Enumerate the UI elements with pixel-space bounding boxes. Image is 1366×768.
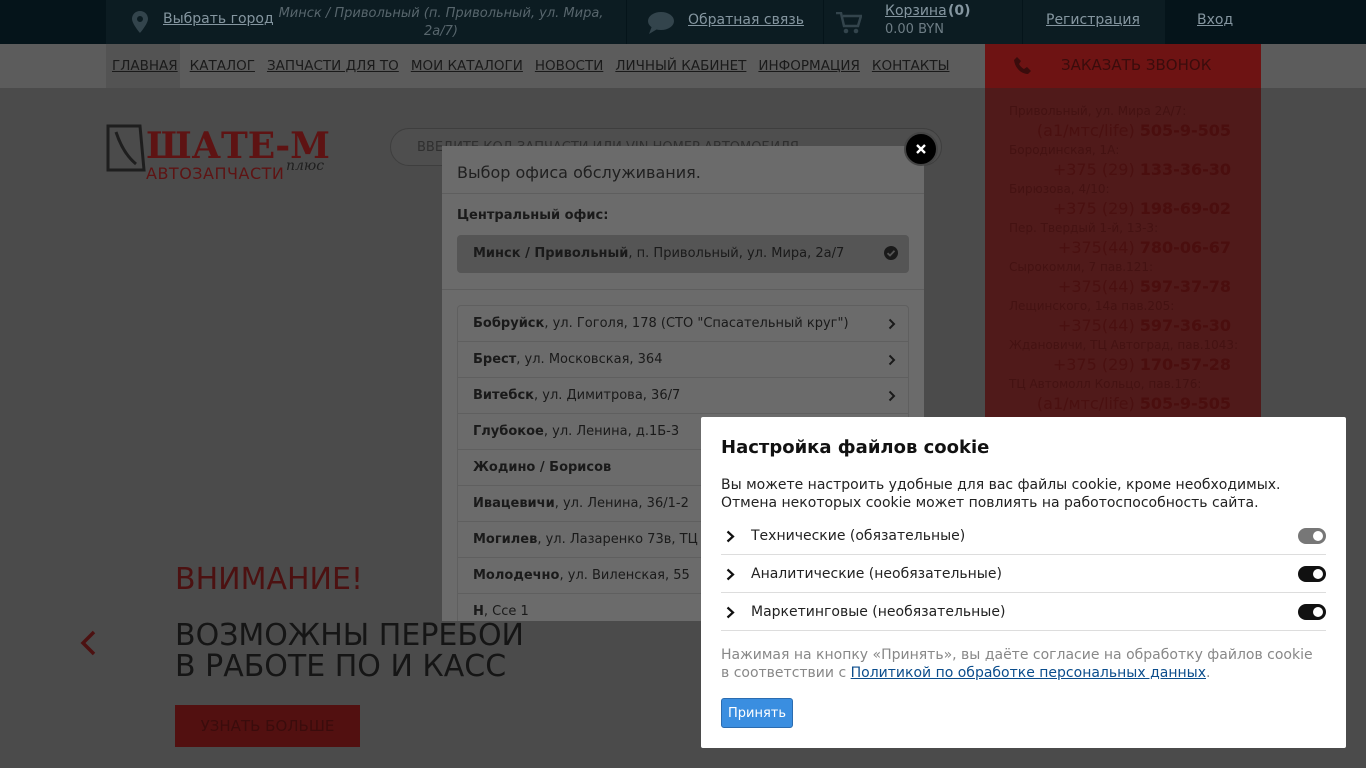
cookie-category-analytics[interactable]: Аналитические (необязательные) (721, 555, 1326, 593)
office-item[interactable]: Бобруйск, ул. Гоголя, 178 (СТО "Спасател… (458, 306, 908, 342)
cart-icon (836, 12, 862, 34)
nav-item-contacts[interactable]: КОНТАКТЫ (872, 58, 950, 74)
cookie-category-technical[interactable]: Технические (обязательные) (721, 517, 1326, 555)
banner-line-2: В РАБОТЕ ПО И КАСС (175, 649, 507, 684)
contacts-panel: Привольный, ул. Мира 2А/7: (a1/мтс/life)… (985, 88, 1261, 418)
office-divider (442, 289, 924, 290)
svg-text:плюс: плюс (286, 158, 324, 174)
logo-subtitle: АВТОЗАПЧАСТИ (146, 164, 285, 183)
login-block[interactable]: Вход (1166, 0, 1261, 44)
city-selector[interactable]: Выбрать город Минск / Привольный (п. При… (106, 0, 626, 44)
feedback-link[interactable]: Обратная связь (688, 12, 804, 28)
cookie-category-label: Аналитические (необязательные) (751, 566, 1002, 582)
map-pin-icon (132, 11, 148, 33)
nav-item-info[interactable]: ИНФОРМАЦИЯ (758, 58, 859, 74)
office-item[interactable]: Витебск, ул. Димитрова, 36/7 (458, 378, 908, 414)
close-icon (916, 144, 926, 154)
nav-item-my-catalogs[interactable]: МОИ КАТАЛОГИ (411, 58, 523, 74)
marketing-toggle[interactable] (1298, 604, 1326, 620)
cookie-title: Настройка файлов cookie (721, 437, 990, 458)
register-block[interactable]: Регистрация (1023, 0, 1165, 44)
cookie-category-label: Маркетинговые (необязательные) (751, 604, 1006, 620)
top-bar: Выбрать город Минск / Привольный (п. При… (0, 0, 1366, 44)
banner-line-1: ВОЗМОЖНЫ ПЕРЕБОИ (175, 618, 524, 653)
chevron-right-icon (888, 354, 896, 366)
nav-item-catalog[interactable]: КАТАЛОГ (190, 58, 255, 74)
cart-block[interactable]: Корзина (0) 0.00 BYN (824, 0, 1022, 44)
nav-item-home[interactable]: ГЛАВНАЯ (112, 58, 178, 74)
register-link[interactable]: Регистрация (1046, 12, 1140, 28)
office-modal-title: Выбор офиса обслуживания. (442, 146, 924, 194)
learn-more-button[interactable]: УЗНАТЬ БОЛЬШЕ (175, 705, 360, 747)
cart-count: (0) (948, 3, 971, 19)
central-office-option[interactable]: Минск / Привольный, п. Привольный, ул. М… (457, 235, 909, 273)
nav-item-maintenance-parts[interactable]: ЗАПЧАСТИ ДЛЯ ТО (267, 58, 399, 74)
banner-attention: ВНИМАНИЕ! (175, 562, 363, 597)
cart-total: 0.00 BYN (885, 22, 944, 37)
central-office-label: Центральный офис: (457, 208, 609, 223)
cart-link[interactable]: Корзина (885, 3, 947, 19)
phone-icon (1014, 57, 1031, 74)
check-circle-icon (884, 246, 898, 260)
chevron-right-icon (726, 568, 735, 581)
slider-prev-icon[interactable] (80, 630, 96, 656)
office-modal-close-button[interactable] (904, 132, 938, 166)
technical-toggle (1298, 528, 1326, 544)
accept-cookies-button[interactable]: Принять (721, 698, 793, 728)
choose-city-link[interactable]: Выбрать город (163, 11, 274, 27)
chat-icon (648, 12, 674, 34)
chevron-right-icon (888, 390, 896, 402)
cookie-settings-dialog: Настройка файлов cookie Вы можете настро… (701, 417, 1346, 748)
feedback-block[interactable]: Обратная связь (627, 0, 823, 44)
login-link[interactable]: Вход (1197, 12, 1233, 28)
current-city: Минск / Привольный (п. Привольный, ул. М… (278, 6, 604, 39)
nav-item-news[interactable]: НОВОСТИ (535, 58, 603, 74)
cookie-category-marketing[interactable]: Маркетинговые (необязательные) (721, 593, 1326, 631)
analytics-toggle[interactable] (1298, 566, 1326, 582)
chevron-right-icon (888, 318, 896, 330)
nav-item-account[interactable]: ЛИЧНЫЙ КАБИНЕТ (615, 58, 746, 74)
order-call-label: ЗАКАЗАТЬ ЗВОНОК (1061, 56, 1212, 74)
chevron-right-icon (726, 530, 735, 543)
chevron-right-icon (726, 606, 735, 619)
nav-items: ГЛАВНАЯ КАТАЛОГ ЗАПЧАСТИ ДЛЯ ТО МОИ КАТА… (112, 58, 949, 74)
cookie-description: Вы можете настроить удобные для вас файл… (721, 477, 1281, 511)
order-call-button[interactable]: ЗАКАЗАТЬ ЗВОНОК (985, 44, 1261, 88)
office-item[interactable]: Брест, ул. Московская, 364 (458, 342, 908, 378)
cookie-consent-note: Нажимая на кнопку «Принять», вы даёте со… (721, 647, 1313, 681)
privacy-policy-link[interactable]: Политикой по обработке персональных данн… (851, 665, 1206, 681)
cookie-category-label: Технические (обязательные) (751, 528, 966, 544)
